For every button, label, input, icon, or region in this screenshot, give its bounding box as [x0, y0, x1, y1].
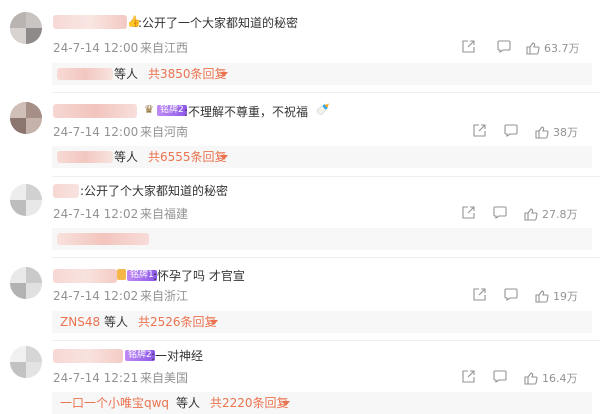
comment-content: :一对神经	[151, 349, 204, 363]
reply-user[interactable]: 一口一个小唯宝qwq	[60, 392, 169, 414]
chevron-down-icon[interactable]	[220, 155, 228, 160]
like-button[interactable]: 27.8万	[524, 206, 578, 222]
comment-icon	[504, 288, 518, 301]
comment-content: :不理解不尊重，不祝福	[184, 105, 309, 119]
comment-button[interactable]	[504, 288, 518, 301]
comment-location: 来自福建	[140, 207, 189, 221]
share-button[interactable]	[473, 124, 486, 137]
like-icon	[524, 371, 538, 385]
reply-suffix: 等人	[176, 396, 201, 410]
comment-icon	[504, 124, 518, 137]
comment-item: 铭牌1 :怀孕了吗 才官宣 24-7-14 12:02 来自浙江 19万 ZNS…	[0, 257, 600, 337]
like-count: 16.4万	[542, 372, 578, 385]
crown-icon: ♛	[144, 103, 154, 116]
share-icon	[462, 206, 475, 219]
reply-suffix: 等人	[114, 150, 139, 164]
comment-location: 来自美国	[140, 371, 189, 385]
share-button[interactable]	[462, 40, 475, 53]
like-button[interactable]: 63.7万	[526, 40, 580, 56]
like-count: 27.8万	[542, 208, 578, 221]
blurred-username[interactable]	[53, 269, 117, 283]
like-icon	[535, 289, 549, 303]
reply-summary[interactable]: 等人 共3850条回复	[52, 63, 592, 85]
comment-date: 24-7-14 12:21	[53, 371, 139, 385]
reply-summary[interactable]	[52, 228, 592, 250]
comment-item: 👍 :公开了一个大家都知道的秘密 24-7-14 12:00 来自江西 63.7…	[0, 0, 600, 88]
blurred-reply-users	[57, 233, 149, 245]
comment-item: :公开了个大家都知道的秘密 24-7-14 12:02 来自福建 27.8万	[0, 176, 600, 254]
comment-date: 24-7-14 12:00	[53, 125, 139, 139]
blurred-username[interactable]	[53, 15, 127, 29]
avatar[interactable]	[10, 184, 42, 216]
like-count: 38万	[553, 126, 578, 139]
avatar[interactable]	[10, 346, 42, 378]
reply-count[interactable]: 共2220条回复	[210, 392, 289, 414]
blurred-username[interactable]	[53, 104, 137, 118]
blurred-username[interactable]	[53, 349, 123, 363]
like-icon	[535, 125, 549, 139]
like-button[interactable]: 19万	[535, 288, 578, 304]
share-icon	[462, 370, 475, 383]
emoji-icon: 🍼	[316, 103, 330, 116]
comment-button[interactable]	[497, 40, 511, 53]
reply-summary[interactable]: 一口一个小唯宝qwq 等人 共2220条回复	[52, 392, 592, 414]
share-icon	[473, 124, 486, 137]
comment-content: :公开了个大家都知道的秘密	[80, 184, 229, 198]
comment-content: :公开了一个大家都知道的秘密	[138, 16, 299, 30]
share-icon	[462, 40, 475, 53]
avatar[interactable]	[10, 267, 42, 299]
comment-date: 24-7-14 12:02	[53, 207, 139, 221]
like-count: 19万	[553, 290, 578, 303]
avatar[interactable]	[10, 12, 42, 44]
share-button[interactable]	[462, 206, 475, 219]
chevron-down-icon[interactable]	[282, 401, 290, 406]
blurred-reply-users	[57, 151, 113, 163]
comment-location: 来自江西	[140, 41, 189, 55]
blurred-reply-users	[57, 68, 113, 80]
reply-count[interactable]: 共2526条回复	[138, 311, 217, 333]
like-button[interactable]: 16.4万	[524, 370, 578, 386]
comment-button[interactable]	[493, 206, 507, 219]
like-icon	[524, 207, 538, 221]
comment-icon	[493, 370, 507, 383]
avatar[interactable]	[10, 102, 42, 134]
chevron-down-icon[interactable]	[220, 72, 228, 77]
comment-item: ♛ 铭牌2 :不理解不尊重，不祝福 🍼 24-7-14 12:00 来自河南 3…	[0, 92, 600, 172]
reply-summary[interactable]: 等人 共6555条回复	[52, 146, 592, 168]
blurred-username[interactable]	[53, 184, 79, 198]
reply-suffix: 等人	[104, 315, 129, 329]
comment-content: :怀孕了吗 才官宣	[153, 269, 245, 283]
comment-icon	[497, 40, 511, 53]
like-count: 63.7万	[544, 42, 580, 55]
comment-location: 来自河南	[140, 125, 189, 139]
comment-icon	[493, 206, 507, 219]
comment-location: 来自浙江	[140, 289, 189, 303]
share-button[interactable]	[473, 288, 486, 301]
comment-button[interactable]	[493, 370, 507, 383]
reply-count[interactable]: 共6555条回复	[148, 146, 227, 168]
chevron-down-icon[interactable]	[210, 320, 218, 325]
comment-date: 24-7-14 12:02	[53, 289, 139, 303]
share-icon	[473, 288, 486, 301]
comment-date: 24-7-14 12:00	[53, 41, 139, 55]
comment-button[interactable]	[504, 124, 518, 137]
emoji-icon	[117, 269, 126, 280]
like-button[interactable]: 38万	[535, 124, 578, 140]
share-button[interactable]	[462, 370, 475, 383]
reply-summary[interactable]: ZNS48 等人 共2526条回复	[52, 311, 592, 333]
like-icon	[526, 41, 540, 55]
reply-user[interactable]: ZNS48	[60, 311, 100, 333]
badge: 铭牌2	[157, 105, 187, 116]
comment-item: 铭牌2 :一对神经 24-7-14 12:21 来自美国 16.4万 一口一个小…	[0, 340, 600, 414]
reply-count[interactable]: 共3850条回复	[148, 63, 227, 85]
reply-suffix: 等人	[114, 67, 139, 81]
